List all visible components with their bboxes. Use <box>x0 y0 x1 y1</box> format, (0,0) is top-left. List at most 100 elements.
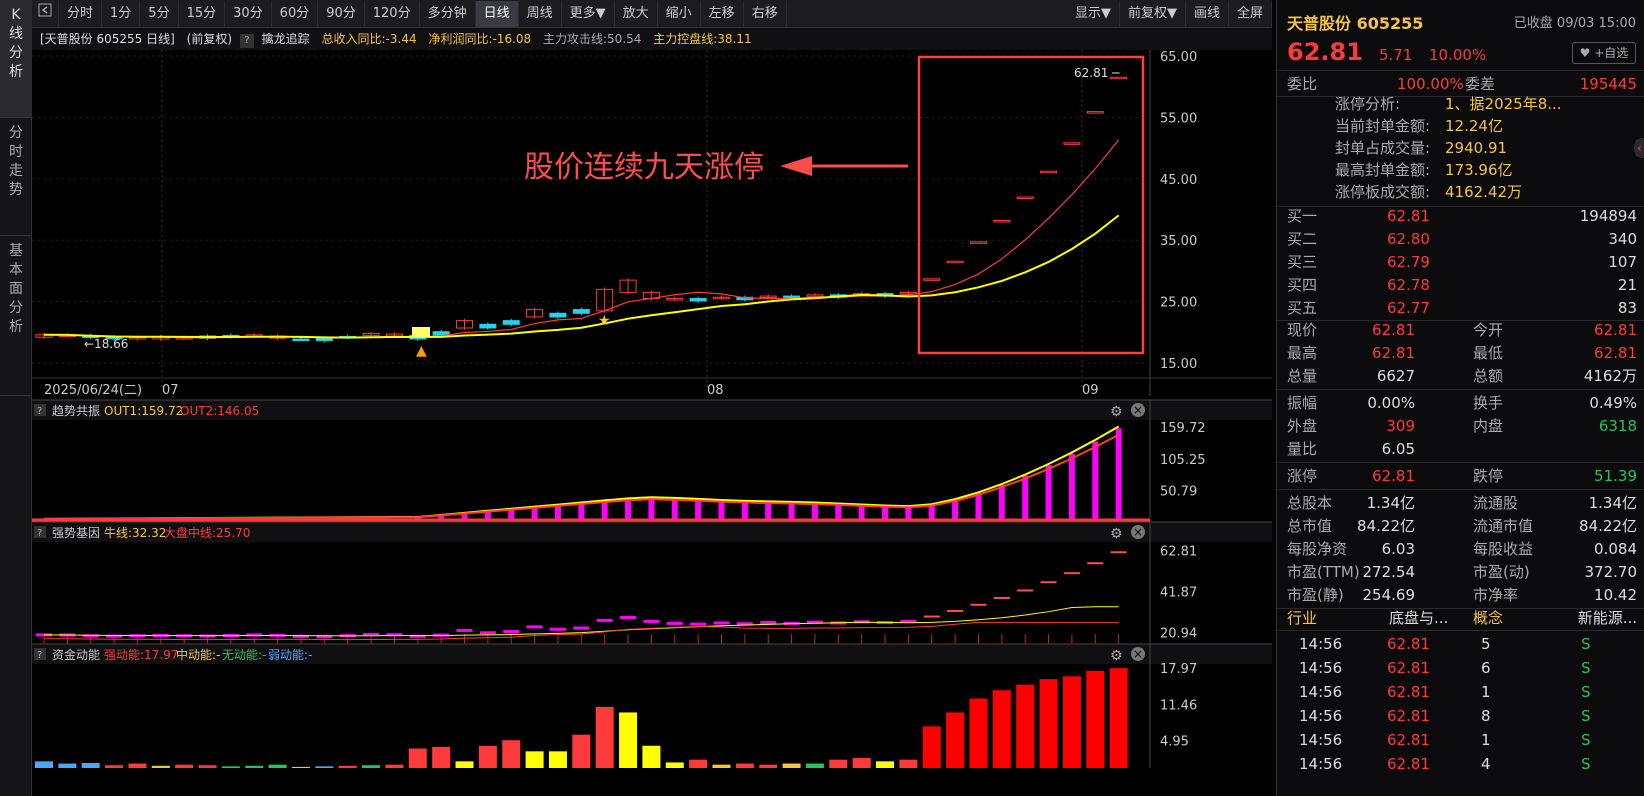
attack-line-value: 主力攻击线:50.54 <box>543 32 642 46</box>
oscillator-bar <box>835 503 842 520</box>
fund-bar <box>58 763 77 768</box>
toolbar-item-11[interactable]: 更多▼ <box>562 0 615 27</box>
price-axis-label: 35.00 <box>1160 234 1197 249</box>
oscillator-bar <box>718 500 725 520</box>
toolbar-item-2[interactable]: 5分 <box>140 0 179 27</box>
bid-row: 买四 62.78 21 <box>1287 276 1637 294</box>
fund-bar <box>35 761 53 768</box>
gene-dash <box>760 621 777 625</box>
panel2-axis-label: 62.81 <box>1160 544 1197 559</box>
toolbar-item-1[interactable]: 1分 <box>102 0 141 27</box>
toolbar-item-1[interactable]: 前复权▼ <box>1120 0 1186 27</box>
stock-name-code: 天普股份 605255 <box>1287 14 1424 33</box>
stat-row: 振幅 0.00% 换手 0.49% <box>1287 394 1637 412</box>
stat-row: 总股本 1.34亿 流通股 1.34亿 <box>1287 494 1637 512</box>
gene-dash <box>690 622 707 626</box>
price-axis-label: 45.00 <box>1160 173 1197 188</box>
toolbar-item-0[interactable]: 显示▼ <box>1067 0 1120 27</box>
fund-bar <box>525 751 544 768</box>
gene-dash <box>456 628 473 632</box>
fund-bar <box>642 745 661 768</box>
fund-bar <box>291 766 310 768</box>
fund-bar <box>1062 676 1081 768</box>
fund-bar <box>268 764 287 768</box>
fund-bar <box>315 766 334 768</box>
market-status: 已收盘 09/03 15:00 <box>1513 16 1636 31</box>
candle-body <box>1016 196 1034 200</box>
fund-bar <box>852 758 871 768</box>
toolbar-item-13[interactable]: 缩小 <box>658 0 701 27</box>
date-label: 2025/06/24(二) <box>44 383 142 398</box>
indicator-name[interactable]: 擒龙追踪 <box>262 32 310 46</box>
help-icon-glyph: ? <box>37 528 42 539</box>
gene-dash <box>923 615 940 618</box>
oscillator-bar <box>1045 465 1052 520</box>
fund-bar <box>805 763 824 768</box>
panel-label: 强动能:17.97 <box>104 648 178 662</box>
kline-chart-area[interactable]: 65.00 55.00 45.00 35.00 25.00 15.00 ←18.66 62.8… <box>32 50 1272 796</box>
oscillator-bar <box>1115 428 1122 520</box>
price-change-pct: 10.00% <box>1429 46 1487 64</box>
oscillator-bar <box>1022 475 1029 520</box>
collapse-icon[interactable] <box>32 0 59 27</box>
gene-dash <box>947 609 964 612</box>
toolbar-item-9[interactable]: 日线 <box>475 0 519 27</box>
candle-body <box>1086 111 1104 114</box>
toolbar-item-3[interactable]: 全屏 <box>1229 0 1272 27</box>
tab-kline[interactable]: K线分析 <box>0 0 32 118</box>
fund-bar <box>876 761 895 768</box>
fund-bar <box>759 764 778 768</box>
panel-label: 大盘中线:25.70 <box>164 525 250 540</box>
gene-dash <box>993 596 1010 599</box>
gene-dash <box>573 626 590 630</box>
fund-bar <box>572 734 591 768</box>
highlight-box <box>917 55 1145 355</box>
fund-bar <box>175 764 194 768</box>
current-price: 62.81 <box>1287 38 1363 66</box>
gene-dash <box>1110 551 1127 554</box>
fund-bar <box>619 712 638 768</box>
toolbar-item-14[interactable]: 左移 <box>701 0 744 27</box>
price-change: 5.71 <box>1379 46 1413 64</box>
add-watchlist-button[interactable]: ♥ +自选 <box>1572 42 1636 64</box>
price-axis-label: 55.00 <box>1160 111 1197 126</box>
tab-fundamentals[interactable]: 基本面分析 <box>0 236 32 396</box>
gene-dash <box>526 625 543 629</box>
gene-dash <box>713 621 730 625</box>
toolbar-item-3[interactable]: 15分 <box>179 0 226 27</box>
fund-bar <box>128 763 147 768</box>
help-icon[interactable]: ? <box>239 34 254 48</box>
price-axis-label: 15.00 <box>1160 357 1197 372</box>
stat-row: 每股净资 6.03 每股收益 0.084 <box>1287 540 1637 558</box>
toolbar-item-10[interactable]: 周线 <box>519 0 562 27</box>
toolbar-item-5[interactable]: 60分 <box>272 0 319 27</box>
panel-label: 趋势共振 <box>52 404 100 418</box>
month-label: 07 <box>162 383 179 398</box>
toolbar-item-2[interactable]: 画线 <box>1186 0 1229 27</box>
panel3-axis-label: 11.46 <box>1160 698 1197 713</box>
toolbar-item-6[interactable]: 90分 <box>318 0 365 27</box>
tab-intraday[interactable]: 分时走势 <box>0 118 32 236</box>
fund-bar <box>81 763 100 768</box>
oscillator-bar <box>858 504 865 520</box>
toolbar-item-8[interactable]: 多分钟 <box>420 0 476 27</box>
toolbar-item-15[interactable]: 右移 <box>744 0 787 27</box>
ma-long-line <box>43 214 1120 339</box>
candle-body <box>572 309 590 314</box>
panel-label: 中动能:- <box>176 647 220 662</box>
toolbar-item-7[interactable]: 120分 <box>365 0 420 27</box>
candle-body <box>923 278 941 281</box>
toolbar-item-12[interactable]: 放大 <box>615 0 658 27</box>
toolbar-item-0[interactable]: 分时 <box>59 0 103 27</box>
panel-label: 强势基因 <box>52 526 100 540</box>
fund-bar <box>1039 679 1058 768</box>
toolbar-item-4[interactable]: 30分 <box>225 0 272 27</box>
tick-row: 14:56 62.81 1 S <box>1299 731 1591 749</box>
oscillator-bar <box>601 500 608 520</box>
stat-row: 市盈(静) 254.69 市净率 10.42 <box>1287 586 1637 604</box>
candle-body <box>1063 142 1081 145</box>
oscillator-bar <box>554 504 561 520</box>
fund-bar <box>689 759 708 768</box>
candle-body <box>969 241 987 244</box>
fund-bar <box>245 765 264 768</box>
